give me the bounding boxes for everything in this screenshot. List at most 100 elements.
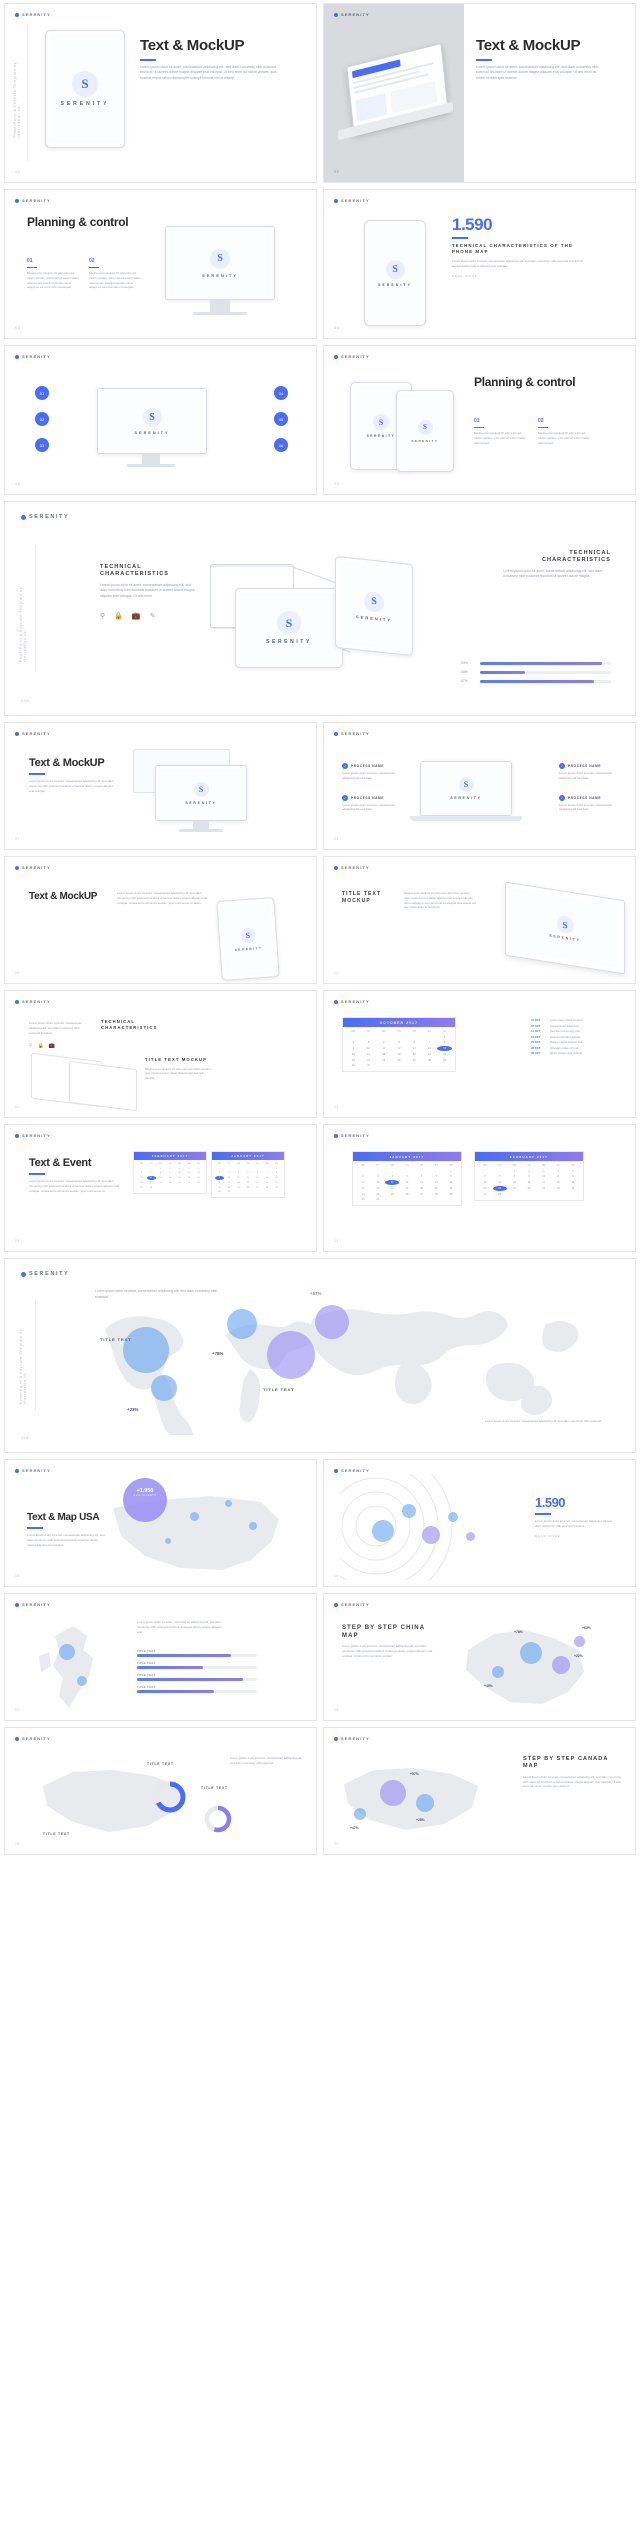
calendar-day[interactable]: 15 (444, 1180, 458, 1185)
map-bubble[interactable] (59, 1644, 75, 1660)
calendar-day[interactable]: 25 (385, 1191, 399, 1196)
calendar-day[interactable]: 20 (415, 1186, 429, 1191)
bullet-icon[interactable]: 01 (35, 386, 49, 400)
calendar-day[interactable]: 13 (415, 1180, 429, 1185)
calendar-day[interactable]: 6 (415, 1174, 429, 1179)
calendar-day[interactable]: 17 (371, 1186, 385, 1191)
calendar-day[interactable]: 13 (137, 1176, 146, 1180)
slide-1[interactable]: SERENITY PowerPoint & Keynote Template b… (4, 3, 317, 183)
slide-7[interactable]: SERENITY PowerPoint & Keynote Template b… (4, 501, 636, 716)
calendar-day[interactable]: 30 (215, 1190, 224, 1194)
event-item[interactable]: 15 OCT Euismod tincidunt laoreet (531, 1036, 623, 1039)
event-item[interactable]: 30 OCT Minim veniam quis nostrud (531, 1052, 623, 1055)
slide-2[interactable]: SERENITY 02 Text & MockUP Lorem ipsum do… (323, 3, 636, 183)
calendar-day[interactable]: 28 (429, 1191, 443, 1196)
calendar-day[interactable]: 7 (493, 1174, 507, 1179)
bullet-icon[interactable]: 02 (35, 412, 49, 426)
calendar-day[interactable]: 14 (146, 1176, 156, 1181)
calendar-day[interactable]: 22 (272, 1181, 281, 1185)
calendar-day[interactable]: 2 (356, 1174, 370, 1179)
calendar-day[interactable]: 5 (400, 1174, 414, 1179)
calendar-day[interactable]: 30 (346, 1063, 361, 1068)
calendar-day[interactable]: 21 (492, 1185, 507, 1191)
calendar-day[interactable]: 29 (437, 1057, 452, 1062)
calendar-day[interactable]: 11 (234, 1176, 243, 1180)
map-bubble[interactable] (190, 1512, 199, 1521)
calendar-day[interactable]: 1 (437, 1035, 452, 1040)
calendar-day[interactable]: 23 (356, 1191, 370, 1196)
calendar-day[interactable]: 2 (346, 1040, 361, 1045)
calendar-day[interactable]: 6 (137, 1171, 146, 1175)
calendar-day[interactable]: 21 (422, 1052, 437, 1057)
map-bubble[interactable] (151, 1375, 177, 1401)
calendar-day[interactable]: 11 (185, 1171, 194, 1175)
map-bubble[interactable] (448, 1512, 458, 1522)
calendar-day[interactable]: 9 (346, 1046, 361, 1051)
calendar-day[interactable]: 2 (522, 1169, 536, 1174)
slide-13[interactable]: SERENITY 12 OCTOBER 2017 MO TU WE TH FR SA SU … (323, 990, 636, 1118)
calendar-day[interactable]: 25 (376, 1057, 391, 1062)
calendar-day[interactable]: 29 (272, 1185, 281, 1189)
map-bubble[interactable] (225, 1500, 232, 1507)
calendar-day[interactable]: 15 (272, 1176, 281, 1180)
calendar-day[interactable]: 1 (156, 1167, 165, 1171)
calendar-day[interactable]: 4 (551, 1169, 565, 1174)
calendar-day[interactable]: 15 (507, 1180, 521, 1185)
calendar-day[interactable]: 8 (507, 1174, 521, 1179)
calendar-day[interactable]: 16 (215, 1181, 224, 1185)
calendar-widget-1[interactable]: FEBRUARY 2017 MO TU WE TH FR SA SU 1 2 3 4 5 6 7 8 9 10… (133, 1151, 207, 1194)
calendar-day[interactable]: 18 (234, 1181, 243, 1185)
map-callout-bubble[interactable] (123, 1478, 167, 1522)
read-more-link[interactable]: READ MORE (452, 274, 592, 278)
calendar-day[interactable]: 17 (225, 1181, 234, 1185)
calendar-day[interactable]: 19 (194, 1176, 203, 1180)
calendar-day[interactable]: 2 (166, 1167, 175, 1171)
calendar-day[interactable]: 10 (537, 1174, 551, 1179)
calendar-day[interactable]: 1 (507, 1169, 521, 1174)
calendar-day[interactable]: 13 (478, 1180, 492, 1185)
slide-22-canada-map[interactable]: SERENITY 20 +57% +47% +28% STEP BY STEP … (323, 1727, 636, 1855)
calendar-day[interactable]: 3 (361, 1040, 376, 1045)
map-bubble[interactable] (492, 1666, 504, 1678)
calendar-day[interactable]: 13 (407, 1046, 422, 1051)
calendar-day[interactable]: 19 (244, 1181, 253, 1185)
calendar-day[interactable]: 1 (272, 1167, 281, 1171)
calendar-day[interactable]: 24 (537, 1186, 551, 1191)
calendar-day[interactable]: 18 (551, 1180, 565, 1185)
slide-3[interactable]: SERENITY 03 Planning & control 01 Magna … (4, 189, 317, 339)
calendar-day[interactable]: 17 (537, 1180, 551, 1185)
calendar-day[interactable]: 25 (234, 1185, 243, 1189)
calendar-day[interactable]: 14 (263, 1176, 272, 1180)
calendar-day[interactable]: 22 (437, 1052, 452, 1057)
calendar-day[interactable]: 11 (551, 1174, 565, 1179)
calendar-day[interactable]: 7 (429, 1174, 443, 1179)
calendar-day[interactable]: 10 (371, 1180, 385, 1185)
slide-4[interactable]: SERENITY 04 S SERENITY 1.590 TECHNICAL C… (323, 189, 636, 339)
calendar-day[interactable]: 24 (175, 1181, 184, 1185)
map-bubble[interactable] (372, 1520, 394, 1542)
process-item[interactable]: ✓ PROCESS NAME Lorem ipsum dolor sit ame… (559, 763, 619, 781)
calendar-day[interactable]: 4 (185, 1167, 194, 1171)
calendar-day[interactable]: 25 (185, 1181, 194, 1185)
slide-11[interactable]: SERENITY 10 TITLE TEXT MOCKUP Magna erat… (323, 856, 636, 984)
event-item[interactable]: 21 OCT Dolore magna aliquam erat (531, 1041, 623, 1044)
calendar-day[interactable]: 12 (244, 1176, 253, 1180)
calendar-day[interactable]: 9 (215, 1176, 224, 1181)
calendar-day[interactable]: 10 (361, 1046, 376, 1051)
calendar-day[interactable]: 17 (175, 1176, 184, 1180)
bullet-icon[interactable]: 06 (274, 438, 288, 452)
calendar-day[interactable]: 16 (346, 1052, 361, 1057)
slide-14[interactable]: SERENITY 13 Text & Event Lorem ipsum dol… (4, 1124, 317, 1252)
calendar-widget[interactable]: OCTOBER 2017 MO TU WE TH FR SA SU 1 2 3 4 5 6 7 8 9 10 1… (342, 1017, 456, 1073)
event-item[interactable]: 01 OCT Lorem ipsum dolor sit amet (531, 1019, 623, 1022)
slide-8[interactable]: SERENITY 07 Text & MockUP Lorem ipsum do… (4, 722, 317, 850)
calendar-day[interactable]: 19 (400, 1186, 414, 1191)
calendar-day[interactable]: 17 (361, 1052, 376, 1057)
calendar-day[interactable]: 22 (507, 1186, 521, 1191)
calendar-day[interactable]: 14 (493, 1180, 507, 1185)
calendar-day[interactable]: 5 (244, 1171, 253, 1175)
calendar-day[interactable]: 8 (156, 1171, 165, 1175)
calendar-day[interactable]: 23 (522, 1186, 536, 1191)
slide-16-world-map[interactable]: SERENITY PowerPoint & Keynote Template b… (4, 1258, 636, 1453)
calendar-day[interactable]: 31 (225, 1190, 234, 1194)
